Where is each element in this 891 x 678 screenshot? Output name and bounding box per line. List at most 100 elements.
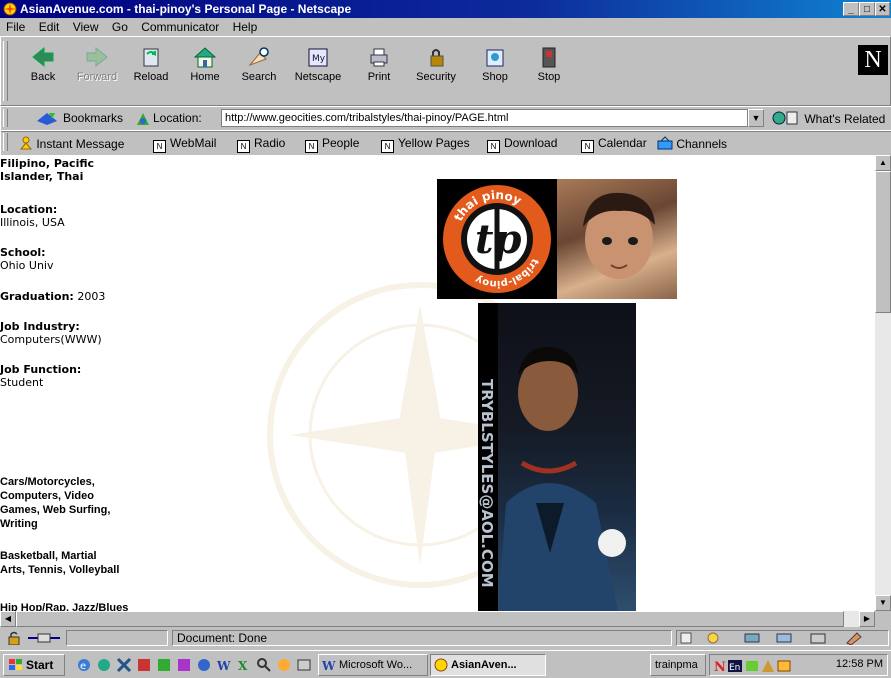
location-label: Location: — [153, 111, 202, 125]
music-line: Hip Hop/Rap, Jazz/Blues — [0, 602, 129, 611]
tool-icon[interactable] — [116, 657, 132, 673]
svg-text:En: En — [729, 663, 740, 673]
word-icon: W — [322, 659, 336, 672]
tool-icon[interactable] — [296, 657, 312, 673]
menu-file[interactable]: File — [6, 20, 25, 34]
minimize-button[interactable]: _ — [843, 2, 859, 16]
bookmarks-button[interactable]: Bookmarks — [63, 111, 123, 125]
whats-related-icon — [772, 111, 798, 125]
task-trainpma[interactable]: trainpma — [650, 654, 706, 676]
find-icon[interactable] — [256, 657, 272, 673]
vertical-scrollbar[interactable]: ▲ ▼ — [875, 155, 891, 611]
print-label: Print — [367, 71, 391, 83]
search-icon — [248, 47, 269, 67]
thai-pinoy-logo: thai pinoy tribal-pinoy tp — [443, 185, 551, 293]
man-portrait: TRYBLSTYLES@AOL.COM — [478, 303, 626, 611]
svg-text:W: W — [216, 659, 231, 673]
menu-edit[interactable]: Edit — [39, 20, 60, 34]
stop-button[interactable]: Stop — [521, 41, 577, 101]
task-asianavenue[interactable]: AsianAven... — [430, 654, 546, 676]
graduation-value: 2003 — [77, 290, 106, 303]
personal-toolbar: Instant Message N WebMail N Radio N People … — [0, 130, 891, 156]
menu-view[interactable]: View — [73, 20, 99, 34]
horizontal-scroll-thumb[interactable] — [16, 611, 844, 627]
sports-line: Basketball, Martial — [0, 550, 97, 562]
forward-label: Forward — [76, 71, 118, 83]
child-portrait — [583, 192, 655, 279]
toolbar-grip[interactable] — [3, 133, 8, 151]
svg-text:W: W — [322, 659, 336, 672]
whats-related-button[interactable]: What's Related — [771, 110, 885, 126]
task-label: Microsoft Wo... — [339, 659, 413, 671]
reload-button[interactable]: Reload — [123, 41, 179, 101]
tool-icon[interactable] — [156, 657, 172, 673]
bookmark-page-icon: N — [487, 140, 500, 153]
menu-help[interactable]: Help — [233, 20, 258, 34]
tool-icon[interactable] — [196, 657, 212, 673]
close-button[interactable]: ✕ — [875, 2, 890, 16]
tool-icon[interactable] — [136, 657, 152, 673]
security-button[interactable]: Security — [405, 41, 467, 101]
hobbies-line: Cars/Motorcycles, — [0, 476, 95, 488]
personal-item-download[interactable]: N Download — [487, 136, 557, 153]
logo-mark-text: tp — [475, 216, 521, 263]
vertical-scroll-thumb[interactable] — [875, 171, 891, 313]
job-industry-label: Job Industry: — [0, 320, 80, 333]
svg-text:X: X — [238, 659, 248, 673]
internet-explorer-icon[interactable]: e — [76, 657, 92, 673]
scroll-down-button[interactable]: ▼ — [875, 595, 891, 611]
netscape-quicklaunch-icon[interactable] — [96, 657, 112, 673]
horizontal-scrollbar[interactable]: ◀ ▶ — [0, 611, 875, 627]
netscape-app-icon — [3, 2, 17, 16]
online-status-icon[interactable] — [26, 631, 62, 645]
tray-icons[interactable]: N En — [714, 658, 808, 674]
search-button[interactable]: Search — [231, 41, 287, 101]
scroll-up-button[interactable]: ▲ — [875, 155, 891, 171]
personal-item-radio[interactable]: N Radio — [237, 136, 285, 153]
job-function-value: Student — [0, 376, 44, 389]
scroll-left-button[interactable]: ◀ — [0, 611, 16, 627]
personal-item-webmail[interactable]: N WebMail — [153, 136, 216, 153]
maximize-button[interactable]: □ — [859, 2, 875, 16]
start-button[interactable]: Start — [3, 654, 65, 676]
menu-go[interactable]: Go — [112, 20, 128, 34]
stop-icon — [542, 47, 556, 68]
component-icons[interactable] — [677, 631, 887, 646]
forward-button[interactable]: Forward — [69, 41, 125, 101]
tool-icon[interactable] — [176, 657, 192, 673]
hobbies-line: Games, Web Surfing, — [0, 504, 111, 516]
url-input[interactable] — [221, 109, 748, 127]
print-button[interactable]: Print — [351, 41, 407, 101]
personal-item-calendar[interactable]: N Calendar — [581, 136, 647, 153]
word-icon[interactable]: W — [216, 657, 232, 673]
back-button[interactable]: Back — [15, 41, 71, 101]
excel-icon[interactable]: X — [236, 657, 252, 673]
task-microsoft-word[interactable]: W Microsoft Wo... — [318, 654, 428, 676]
instant-message-icon — [19, 136, 33, 150]
netscape-logo[interactable]: N — [858, 45, 888, 75]
ethnicity-line-1: Filipino, Pacific — [0, 157, 95, 170]
home-label: Home — [190, 71, 220, 83]
toolbar-grip[interactable] — [3, 109, 8, 127]
personal-item-channels[interactable]: Channels — [657, 136, 727, 151]
tool-icon[interactable] — [276, 657, 292, 673]
windows-logo-icon — [9, 659, 22, 670]
component-bar — [676, 630, 889, 646]
svg-text:e: e — [80, 661, 86, 672]
location-icon — [137, 113, 149, 125]
sports-list: Basketball, Martial Arts, Tennis, Volley… — [0, 549, 170, 577]
photo-side-text: TRYBLSTYLES@AOL.COM — [478, 379, 496, 588]
toolbar-grip[interactable] — [3, 41, 8, 101]
reload-label: Reload — [133, 71, 169, 83]
home-button[interactable]: Home — [177, 41, 233, 101]
system-tray: N En 12:58 PM — [709, 654, 888, 676]
menu-communicator[interactable]: Communicator — [141, 20, 219, 34]
personal-item-people[interactable]: N People — [305, 136, 359, 153]
url-dropdown-button[interactable]: ▼ — [748, 109, 764, 127]
security-lock-icon[interactable] — [6, 631, 22, 645]
personal-item-yellow-pages[interactable]: N Yellow Pages — [381, 136, 470, 153]
personal-item-instant-message[interactable]: Instant Message — [19, 136, 124, 151]
shop-button[interactable]: Shop — [467, 41, 523, 101]
scroll-right-button[interactable]: ▶ — [859, 611, 875, 627]
my-netscape-button[interactable]: My Netscape — [285, 41, 351, 101]
